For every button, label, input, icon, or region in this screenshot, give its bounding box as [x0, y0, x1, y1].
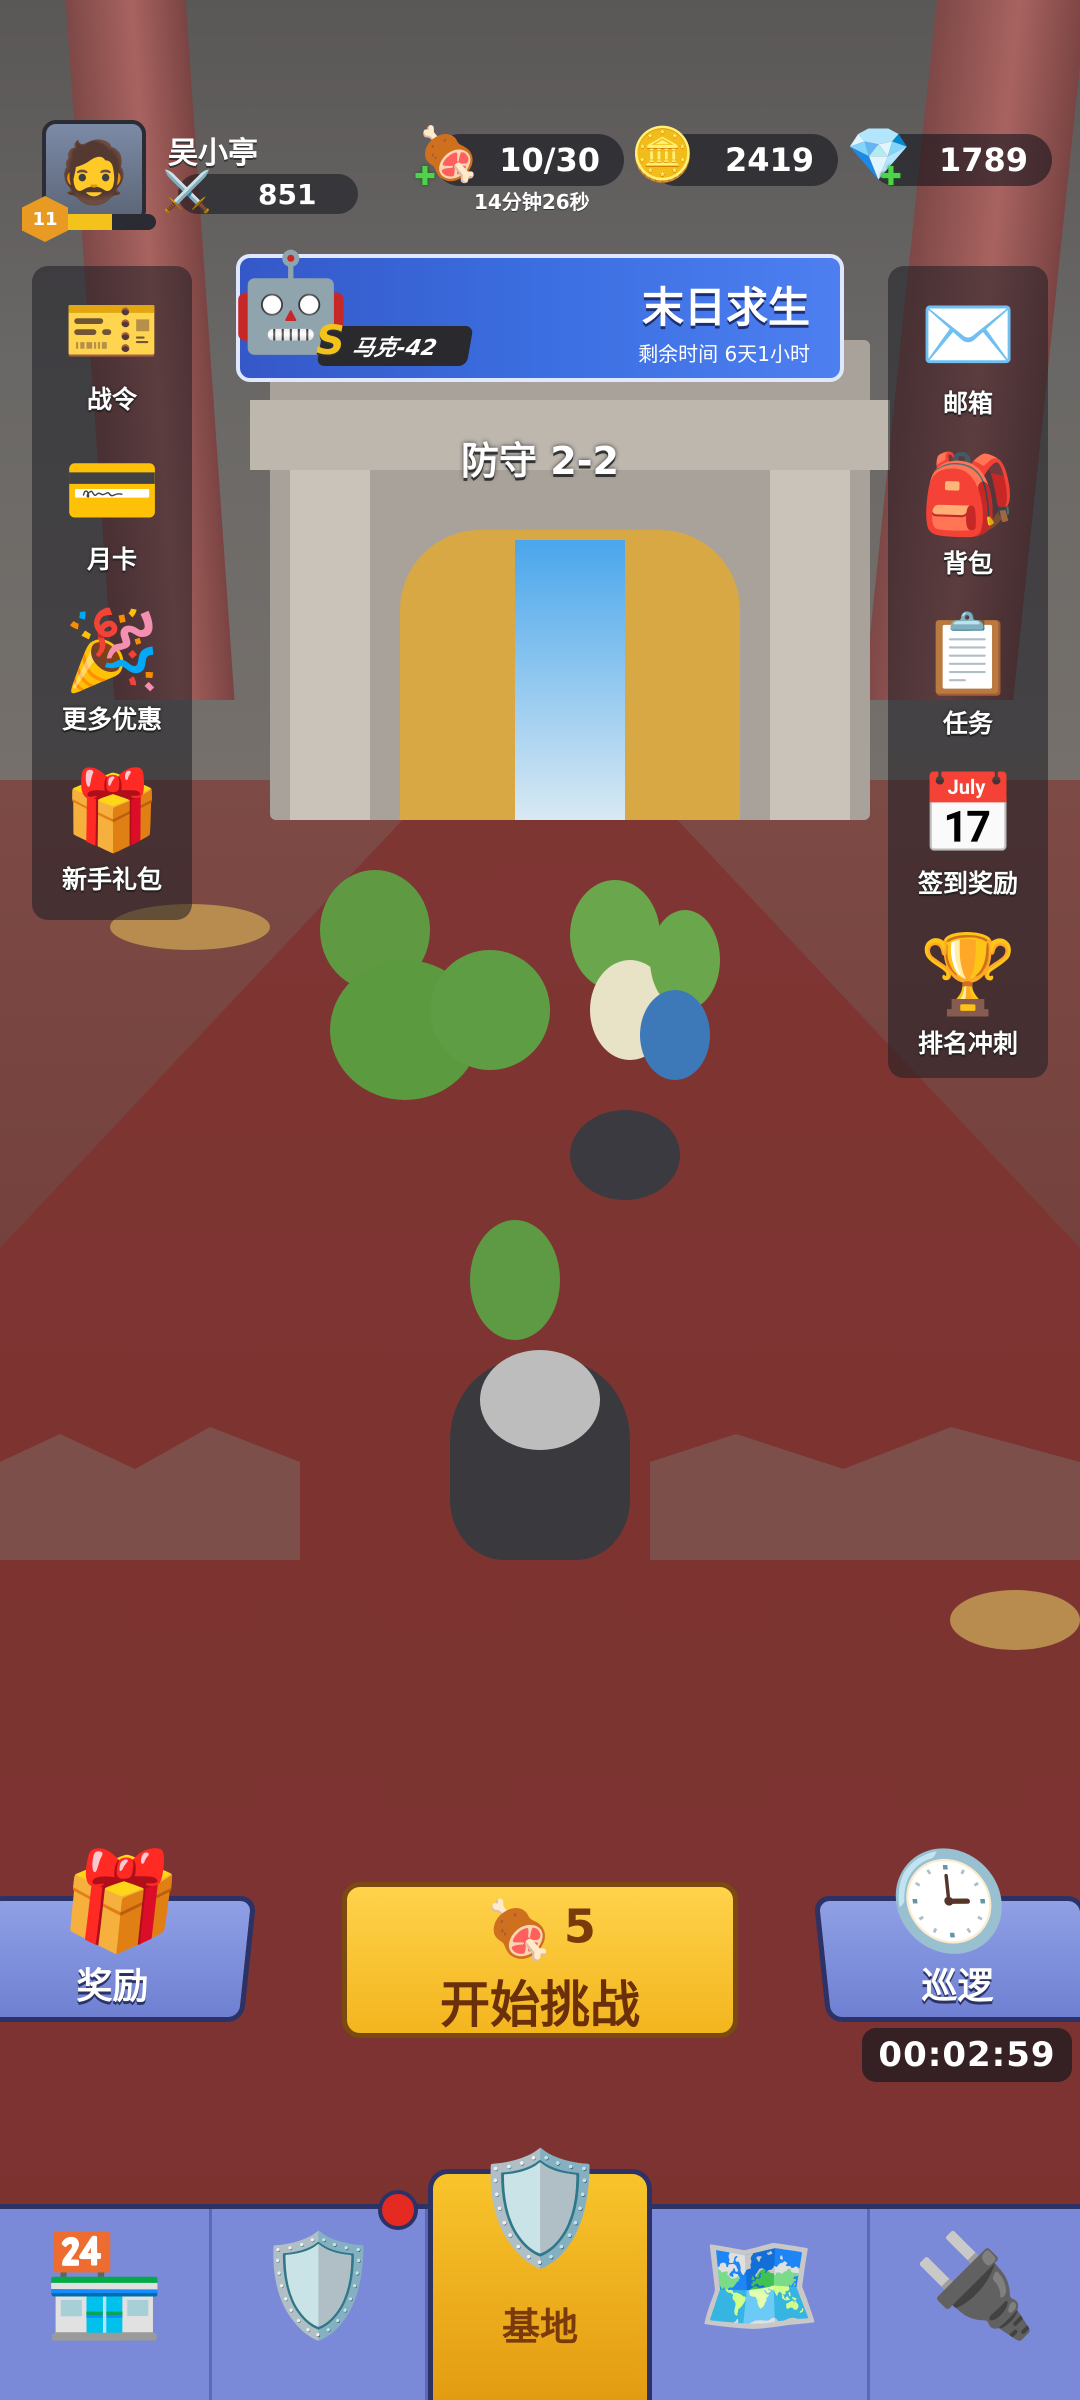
clock-icon: 🕒 — [883, 1845, 1015, 1957]
castle-gate — [250, 340, 890, 820]
coin-pile — [950, 1590, 1080, 1650]
menu-label: 新手礼包 — [61, 865, 162, 894]
diamond-value: 1789 — [938, 141, 1028, 179]
circuit-chip-icon: 🔌 — [912, 2227, 1038, 2344]
challenge-cost-value: 5 — [563, 1899, 596, 1954]
menu-monthly-card[interactable]: 💳 月卡 — [32, 432, 192, 582]
zombie-enemy — [640, 990, 710, 1080]
menu-tasks[interactable]: 📋 任务 — [888, 596, 1048, 746]
menu-label: 签到奖励 — [917, 869, 1018, 898]
menu-label: 更多优惠 — [61, 705, 162, 734]
event-hero-name: 马克-42 — [350, 336, 439, 361]
start-challenge-button[interactable]: 🍖 5 开始挑战 — [342, 1882, 738, 2038]
nav-base-label: 基地 — [501, 2305, 578, 2349]
battle-pass-ticket-icon: 🎫 — [63, 285, 161, 376]
player-name: 吴小亭 — [168, 136, 258, 171]
party-popper-icon: 🎉 — [63, 605, 161, 696]
patrol-button[interactable]: 🕒 巡逻 — [813, 1845, 1080, 2022]
menu-ranking-sprint[interactable]: 🏆 排名冲刺 — [888, 916, 1048, 1066]
ranking-podium-icon: 🏆 — [919, 929, 1017, 1020]
meat-stamina-icon: 🍖 — [484, 1898, 554, 1963]
gate-pillar-right — [770, 470, 850, 820]
nav-heroes[interactable]: 🛡️ — [212, 2209, 428, 2400]
monthly-card-icon: 💳 — [63, 445, 161, 536]
menu-battle-pass[interactable]: 🎫 战令 — [32, 272, 192, 422]
nav-map[interactable]: 🗺️ — [652, 2209, 870, 2400]
gold-value: 2419 — [724, 141, 814, 179]
player-hero-hair — [480, 1350, 600, 1450]
menu-more-offers[interactable]: 🎉 更多优惠 — [32, 592, 192, 742]
bottom-nav: 🏪 🛡️ 🛡️ 基地 🗺️ 🔌 — [0, 2144, 1080, 2400]
defeated-zombie — [570, 1110, 680, 1200]
zombie-enemy — [470, 1220, 560, 1340]
crossed-swords-icon: ⚔️ — [162, 169, 212, 215]
stage-label: 防守 2-2 — [461, 439, 619, 483]
menu-label: 邮箱 — [942, 389, 993, 418]
menu-check-in[interactable]: 📅 签到奖励 — [888, 756, 1048, 906]
exp-bar — [58, 214, 156, 230]
stamina-value: 10/30 — [499, 141, 600, 179]
reward-gift-icon: 🎁 — [55, 1845, 187, 1957]
patrol-timer: 00:02:59 — [862, 2028, 1072, 2082]
menu-label: 背包 — [942, 549, 993, 578]
hero-shield-icon: 🛡️ — [256, 2227, 381, 2344]
add-diamond-icon[interactable]: ✚ — [880, 162, 902, 192]
task-clipboard-icon: 📋 — [919, 609, 1017, 700]
menu-label: 排名冲刺 — [917, 1029, 1018, 1058]
gate-sky-opening — [515, 540, 625, 820]
world-map-icon: 🗺️ — [697, 2227, 822, 2344]
menu-starter-pack[interactable]: 🎁 新手礼包 — [32, 752, 192, 902]
base-shield-icon: 🛡️ — [471, 2144, 609, 2272]
calendar-icon: 📅 — [919, 769, 1017, 860]
gold-coin-icon: 🪙 — [630, 125, 695, 185]
hero-grade: S — [316, 318, 345, 364]
gift-box-icon: 🎁 — [63, 765, 161, 856]
event-remaining-time: 剩余时间 6天1小时 — [638, 342, 810, 366]
left-side-menu: 🎫 战令 💳 月卡 🎉 更多优惠 🎁 新手礼包 — [32, 266, 192, 920]
menu-backpack[interactable]: 🎒 背包 — [888, 436, 1048, 586]
nav-shop[interactable]: 🏪 — [0, 2209, 212, 2400]
add-stamina-icon[interactable]: ✚ — [414, 162, 436, 192]
challenge-cost: 🍖 5 — [347, 1897, 733, 1963]
patrol-label: 巡逻 — [921, 1966, 994, 2007]
combat-power-value: 851 — [258, 177, 317, 211]
menu-label: 任务 — [942, 709, 993, 738]
event-title: 末日求生 — [641, 283, 810, 332]
menu-label: 战令 — [86, 385, 137, 414]
backpack-icon: 🎒 — [919, 449, 1017, 540]
stamina-refill-timer: 14分钟26秒 — [474, 190, 590, 214]
menu-mailbox[interactable]: ✉️ 邮箱 — [888, 276, 1048, 426]
avatar-portrait-icon: 🧔 — [56, 137, 132, 208]
menu-label: 月卡 — [86, 545, 137, 574]
shop-stall-icon: 🏪 — [42, 2227, 167, 2344]
zombie-enemy — [430, 950, 550, 1070]
notification-dot — [378, 2190, 418, 2230]
nav-base[interactable]: 🛡️ 基地 — [428, 2144, 652, 2400]
nav-tech[interactable]: 🔌 — [870, 2209, 1080, 2400]
mail-envelope-icon: ✉️ — [919, 289, 1017, 380]
start-challenge-label: 开始挑战 — [440, 1976, 640, 2034]
right-side-menu: ✉️ 邮箱 🎒 背包 📋 任务 📅 签到奖励 🏆 排名冲刺 — [888, 266, 1048, 1078]
reward-button[interactable]: 🎁 奖励 — [0, 1845, 257, 2022]
reward-label: 奖励 — [76, 1966, 149, 2007]
gate-pillar-left — [290, 470, 370, 820]
